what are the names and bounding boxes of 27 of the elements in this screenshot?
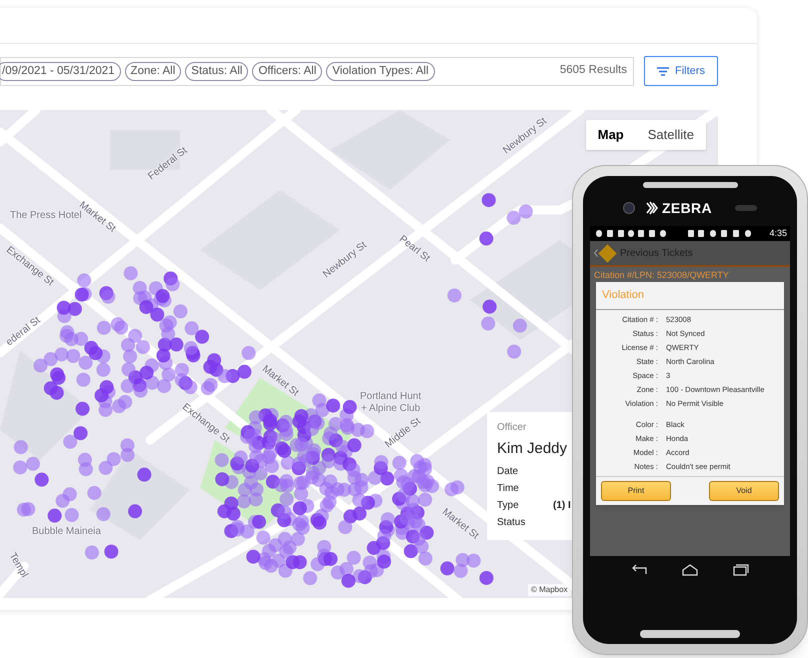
place-label: Portland Hunt + Alpine Club [360,391,422,415]
filter-chip[interactable]: Officers: All [252,62,322,80]
popup-heading: Officer [497,421,528,435]
dialog-title: Violation [596,282,784,310]
filter-chip[interactable]: /09/2021 - 05/31/2021 [0,62,121,80]
filters-button[interactable]: Filters [644,56,718,86]
officer-name: Kim Jeddy [497,439,568,459]
brand-logo-text: ZEBRA [662,198,712,218]
filter-chip[interactable]: Violation Types: All [326,62,435,80]
results-count: 5605 Results [560,63,627,78]
place-label: Bubble Maineia [32,526,101,538]
filter-chip[interactable]: Zone: All [124,62,182,80]
place-label: The Press Hotel [10,210,82,221]
status-time: 4:35 [769,226,787,240]
filter-chip[interactable]: Status: All [185,62,248,80]
popup-field-label: Time [497,482,520,494]
dialog-button[interactable]: Void [709,480,779,500]
map-type-tab[interactable]: Satellite [636,120,706,150]
dialog-button[interactable]: Print [601,480,671,500]
popup-field-label: Status [497,516,526,528]
map-type-tab[interactable]: Map [586,120,636,150]
popup-field-value: (1) I [553,500,571,512]
map-attribution: © Mapbox [528,584,571,596]
citation-heading: Citation #/LPN: 523008/QWERTY [593,269,730,280]
filter-chips-field[interactable]: /09/2021 - 05/31/2021 Zone: All Status: All Officers: All Violation Types: All 5605 Results [0,56,634,86]
popup-field-label: Date [497,466,520,478]
popup-field-label: Type [497,500,520,512]
